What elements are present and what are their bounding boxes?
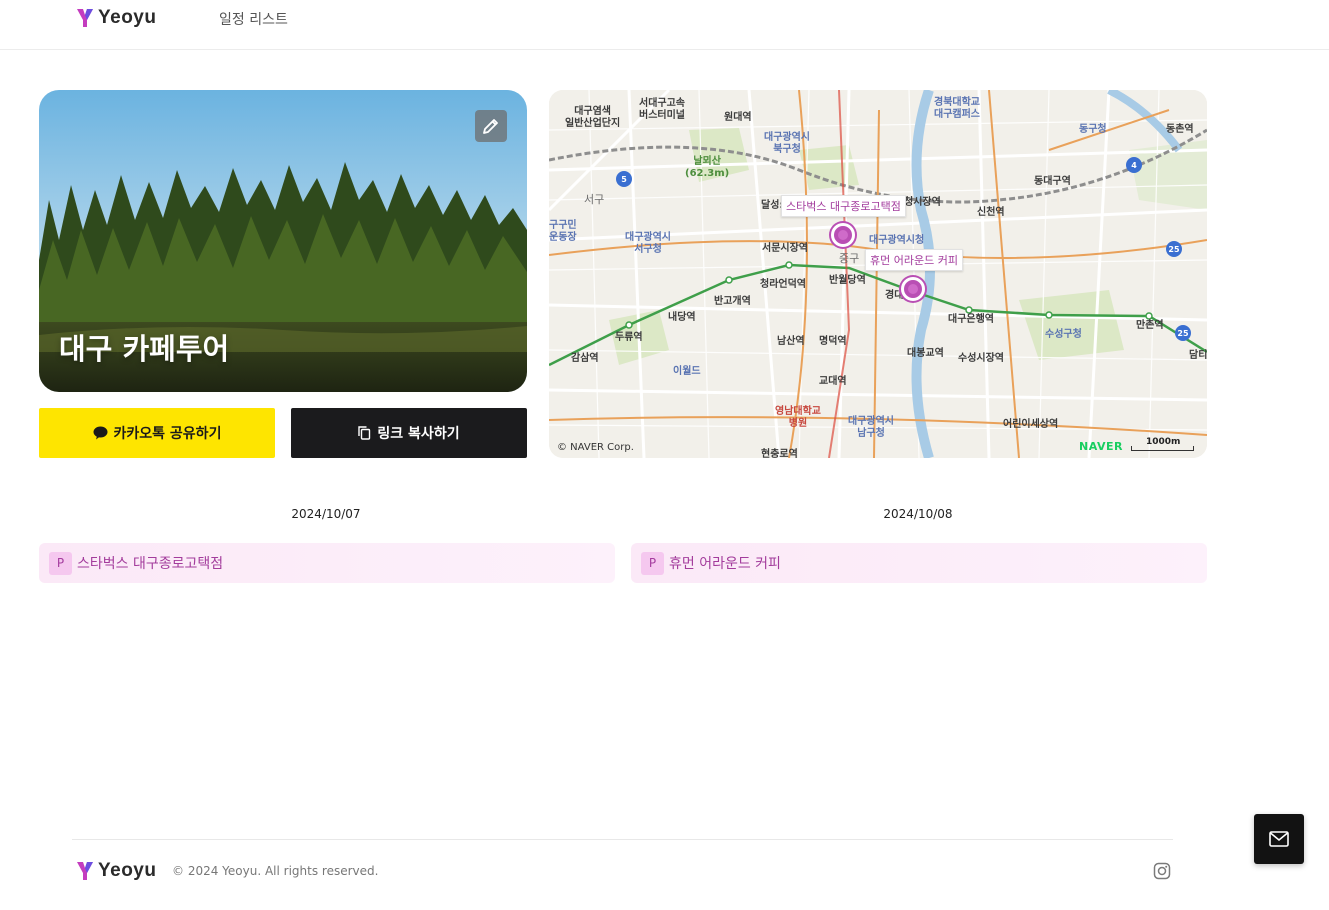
footer-copyright: © 2024 Yeoyu. All rights reserved.: [172, 864, 379, 878]
map-label: 대구광역시 서구청: [625, 232, 671, 255]
schedule-item-label: 스타벅스 대구종로고택점: [77, 556, 224, 572]
map-label: 이월드: [673, 366, 701, 377]
mail-icon: [1269, 831, 1289, 847]
map-base: 5 4 25 25: [549, 90, 1207, 458]
edit-trip-button[interactable]: [475, 110, 507, 142]
map-label: 대구광역시청: [869, 235, 925, 246]
map-label: 어린이세상역: [1003, 419, 1059, 430]
map-label: 두류역: [615, 332, 643, 343]
schedule-item-label: 휴먼 어라운드 커피: [669, 556, 781, 572]
map-scale-bar: [1131, 446, 1194, 451]
trip-cover-card: 대구 카페투어: [39, 90, 527, 392]
map-label: 수성구청: [1045, 329, 1082, 340]
map-label: 청라언덕역: [760, 279, 806, 290]
map-label: 동구청: [1079, 124, 1107, 135]
map-label: 원대역: [724, 112, 752, 123]
schedule-item[interactable]: P 휴먼 어라운드 커피: [631, 543, 1207, 583]
top-header: Yeoyu 일정 리스트: [0, 0, 1329, 50]
place-badge: P: [641, 551, 664, 575]
map-label: 대구은행역: [948, 314, 994, 325]
map-label: 대구염색 일반산업단지: [565, 106, 621, 129]
map-label: 중구: [839, 252, 860, 265]
route-map[interactable]: 5 4 25 25 대구염색 일반산업단지 서대구고속 버스터미널 원대역 대구광역시 북구…: [549, 90, 1207, 458]
map-label: 남산역: [777, 336, 805, 347]
map-place-tag[interactable]: 휴먼 어라운드 커피: [865, 249, 963, 271]
map-label: 대봉교역: [907, 348, 944, 359]
footer-divider: [72, 839, 1173, 840]
map-label: 구구민 운동장: [549, 220, 577, 243]
trip-title: 대구 카페투어: [59, 332, 230, 366]
map-label: 신천역: [977, 207, 1005, 218]
svg-text:5: 5: [621, 175, 627, 184]
brand-name: Yeoyu: [98, 7, 157, 28]
map-label: 서대구고속 버스터미널: [639, 98, 685, 121]
copy-link-button[interactable]: 링크 복사하기: [291, 408, 527, 458]
nav-schedule-list[interactable]: 일정 리스트: [219, 9, 288, 29]
y-logo-icon: [77, 862, 93, 880]
copy-link-label: 링크 복사하기: [377, 426, 460, 442]
map-label: 담티: [1189, 350, 1207, 361]
map-label: 반월당역: [829, 275, 866, 286]
map-label: 경북대학교 대구캠퍼스: [934, 97, 980, 120]
map-pin[interactable]: [831, 223, 855, 247]
svg-text:25: 25: [1177, 329, 1189, 338]
footer-logo[interactable]: Yeoyu: [76, 860, 156, 882]
map-label: 청시장역: [904, 197, 941, 208]
footer-brand-name: Yeoyu: [98, 860, 157, 881]
map-copyright: © NAVER Corp.: [557, 442, 634, 453]
map-label: 날뫼산 (62.3m): [685, 156, 730, 179]
map-label: 수성시장역: [958, 353, 1004, 364]
naver-logo: NAVER: [1079, 440, 1123, 453]
map-label: 동대구역: [1034, 176, 1071, 187]
map-label: 동촌역: [1166, 124, 1194, 135]
svg-text:25: 25: [1168, 245, 1180, 254]
brand-logo[interactable]: Yeoyu: [76, 7, 156, 29]
map-label: 서문시장역: [762, 243, 808, 254]
map-place-tag[interactable]: 스타벅스 대구종로고택점: [781, 195, 906, 217]
map-pin[interactable]: [901, 277, 925, 301]
map-label: 명덕역: [819, 336, 847, 347]
day-date: 2024/10/08: [883, 507, 953, 521]
map-label: 서구: [584, 193, 605, 206]
pencil-icon: [483, 119, 498, 134]
place-badge: P: [49, 551, 72, 575]
instagram-icon[interactable]: [1153, 862, 1171, 884]
map-label: 대구광역시 남구청: [848, 416, 894, 439]
y-logo-icon: [77, 9, 93, 27]
schedule-item[interactable]: P 스타벅스 대구종로고택점: [39, 543, 615, 583]
map-label: 교대역: [819, 376, 847, 387]
map-label: 반고개역: [714, 296, 751, 307]
map-label: 영남대학교 병원: [775, 406, 821, 429]
map-label: 현충로역: [761, 449, 798, 458]
chat-bubble-icon: [93, 426, 108, 440]
map-label: 대구광역시 북구청: [764, 132, 810, 155]
kakao-share-button[interactable]: 카카오톡 공유하기: [39, 408, 275, 458]
kakao-share-label: 카카오톡 공유하기: [113, 426, 222, 442]
map-label: 감삼역: [571, 353, 599, 364]
day-date: 2024/10/07: [291, 507, 361, 521]
map-label: 내당역: [668, 312, 696, 323]
contact-mail-button[interactable]: [1254, 814, 1304, 864]
svg-text:4: 4: [1131, 161, 1137, 170]
copy-icon: [358, 426, 371, 440]
map-label: 만촌역: [1136, 320, 1164, 331]
